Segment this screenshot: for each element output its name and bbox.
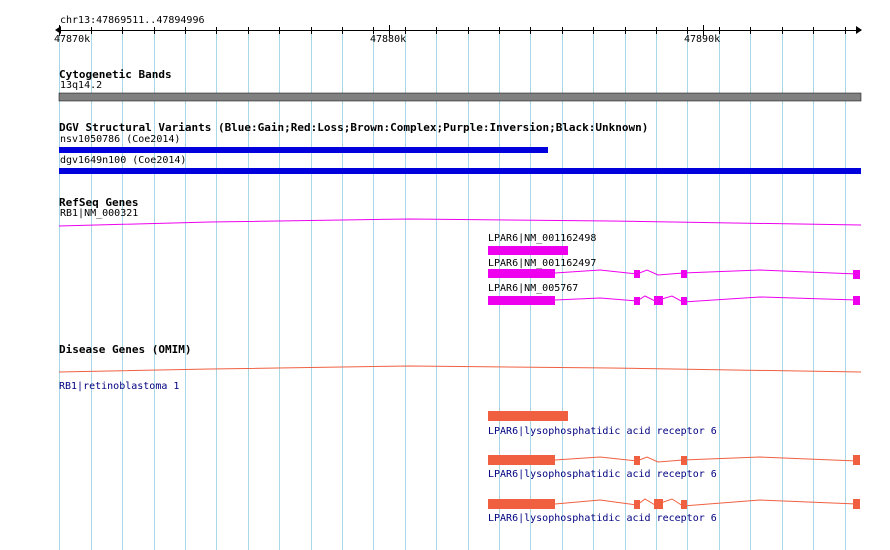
refseq-gene-lpar6-nm005767-exon-1[interactable] [634, 297, 640, 305]
ruler-tick-label-47870k: 47870k [54, 34, 91, 45]
omim-gene-lpar6-3-exon-1[interactable] [634, 500, 640, 509]
refseq-gene-lpar6-nm005767-exon-0[interactable] [488, 296, 555, 305]
omim-gene-lpar6-2-exon-0[interactable] [488, 455, 555, 465]
refseq-gene-label-lpar6-nm005767: LPAR6|NM_005767 [488, 283, 579, 294]
omim-gene-lpar6-3-exon-4[interactable] [853, 499, 860, 509]
track-title-dgv-structural-variants: DGV Structural Variants (Blue:Gain;Red:L… [59, 121, 649, 134]
refseq-gene-lpar6-nm005767-exon-4[interactable] [853, 296, 860, 305]
refseq-gene-label-lpar6-nm001162498: LPAR6|NM_001162498 [488, 233, 597, 244]
cytoband-label: 13q14.2 [60, 80, 103, 91]
refseq-gene-lpar6-nm005767-intron [554, 295, 858, 303]
refseq-gene-label-lpar6-nm001162497: LPAR6|NM_001162497 [488, 258, 597, 269]
dgv-feature-label-nsv1050786: nsv1050786 (Coe2014) [60, 134, 181, 145]
omim-gene-label-lpar6-2: LPAR6|lysophosphatidic acid receptor 6 [488, 469, 717, 480]
omim-gene-lpar6-2-intron [554, 456, 858, 463]
refseq-gene-lpar6-nm001162497-exon-1[interactable] [634, 270, 640, 278]
omim-gene-lpar6-2-exon-3[interactable] [853, 455, 860, 465]
omim-gene-lpar6-3-exon-3[interactable] [681, 500, 687, 509]
dgv-feature-label-dgv1649n100: dgv1649n100 (Coe2014) [60, 155, 187, 166]
refseq-gene-label-rb1: RB1|NM_000321 [60, 208, 139, 219]
cytoband-13q14-2[interactable] [58, 92, 862, 102]
refseq-gene-lpar6-nm001162497-intron [554, 269, 858, 276]
refseq-gene-lpar6-nm001162497-exon-2[interactable] [681, 270, 687, 278]
genome-browser-view: chr13:47869511..47894996 47870k 47880k 4… [0, 0, 890, 550]
refseq-gene-lpar6-nm001162497-exon-0[interactable] [488, 269, 555, 278]
omim-gene-label-lpar6-1: LPAR6|lysophosphatidic acid receptor 6 [488, 426, 717, 437]
refseq-gene-lpar6-nm005767-exon-3[interactable] [681, 297, 687, 305]
omim-gene-rb1[interactable] [58, 365, 862, 373]
ruler-tick-label-47890k: 47890k [684, 34, 721, 45]
omim-gene-lpar6-3-exon-0[interactable] [488, 499, 555, 509]
dgv-bar-nsv1050786[interactable] [59, 147, 548, 153]
refseq-gene-lpar6-nm001162498[interactable] [488, 246, 568, 255]
refseq-gene-lpar6-nm005767-exon-2[interactable] [654, 296, 663, 305]
omim-gene-lpar6-2-exon-2[interactable] [681, 456, 687, 465]
omim-gene-lpar6-3-intron [554, 498, 858, 507]
refseq-gene-rb1[interactable] [58, 218, 862, 227]
ruler-tick-label-47880k: 47880k [370, 34, 407, 45]
ruler-location: chr13:47869511..47894996 [60, 15, 205, 26]
track-title-disease-genes-omim: Disease Genes (OMIM) [59, 343, 192, 356]
track-features[interactable] [0, 0, 890, 550]
omim-gene-lpar6-3-exon-2[interactable] [654, 499, 663, 509]
omim-gene-lpar6-1[interactable] [488, 411, 568, 421]
dgv-bar-dgv1649n100[interactable] [59, 168, 861, 174]
omim-gene-label-rb1: RB1|retinoblastoma 1 [59, 381, 180, 392]
refseq-gene-lpar6-nm001162497-exon-3[interactable] [853, 270, 860, 279]
omim-gene-label-lpar6-3: LPAR6|lysophosphatidic acid receptor 6 [488, 513, 717, 524]
omim-gene-lpar6-2-exon-1[interactable] [634, 456, 640, 465]
